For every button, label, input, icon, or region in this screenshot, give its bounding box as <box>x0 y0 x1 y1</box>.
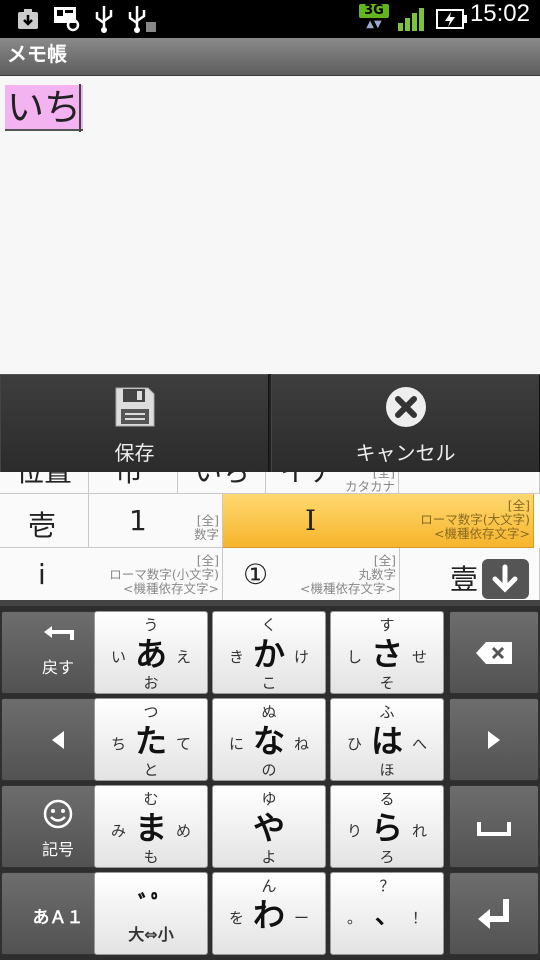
key-flick-char: う <box>143 616 159 634</box>
arrow-down-icon <box>492 564 518 593</box>
clock: 15:02 <box>469 0 530 27</box>
cursor-right-key[interactable] <box>449 698 539 781</box>
kana-key[interactable]: すしせそさ <box>330 611 444 694</box>
space-key[interactable] <box>449 785 539 868</box>
expand-candidates-button[interactable] <box>482 559 529 599</box>
key-flick-char: む <box>143 790 159 808</box>
kana-key[interactable]: るりれろら <box>330 785 444 868</box>
key-flick-char: お <box>143 674 159 692</box>
candidate-item-selected[interactable]: I [全] ローマ数字(大文字) <機種依存文字> <box>223 494 534 548</box>
candidate-item[interactable]: イチ [全] カタカナ <box>266 472 399 494</box>
key-main-char: ら <box>370 809 403 847</box>
key-main-char: や <box>252 809 285 847</box>
kana-key[interactable]: むみめもま <box>94 785 208 868</box>
download-icon <box>14 4 42 34</box>
action-bar: 保存 キャンセル <box>0 374 540 472</box>
key-flick-char: と <box>143 761 159 779</box>
key-flick-char: こ <box>261 674 277 692</box>
candidate-list: 位置 市 いち イチ [全] カタカナ 壱 1 [全] 数字 I [全] ローマ… <box>0 472 540 600</box>
key-flick-char: つ <box>143 703 159 721</box>
app-title: メモ帳 <box>7 42 67 66</box>
space-icon <box>477 820 511 840</box>
key-main-char: さ <box>370 635 403 673</box>
key-main-char: な <box>252 722 285 760</box>
key-flick-char: も <box>143 848 159 866</box>
key-flick-char: の <box>261 761 277 779</box>
screen: 3G ▲▼ 15:02 メモ帳 いち 保存 キャンセル [全] カタカナ 壱 1… <box>0 0 540 960</box>
kana-key[interactable]: ゆよや <box>212 785 326 868</box>
data-activity-icon: ▲▼ <box>366 19 382 30</box>
composing-text: いち <box>5 85 83 131</box>
backspace-icon <box>474 640 514 670</box>
key-flick-char: ほ <box>379 761 395 779</box>
kana-key[interactable]: ういえおあ <box>94 611 208 694</box>
save-label: 保存 <box>114 441 155 465</box>
key-main-char: あ <box>134 635 167 673</box>
candidate-item[interactable] <box>399 472 540 494</box>
candidate-item[interactable]: いち <box>178 472 266 494</box>
save-button[interactable]: 保存 <box>0 374 269 472</box>
network-type-badge: 3G ▲▼ <box>359 4 389 34</box>
signal-icon <box>396 4 428 34</box>
smiley-icon <box>42 798 74 834</box>
key-main-char: ま <box>134 809 167 847</box>
kana-key[interactable]: ぬにねのな <box>212 698 326 781</box>
key-flick-char: ん <box>261 877 277 895</box>
punctuation-key[interactable]: ？。！、 <box>330 872 444 955</box>
key-main-char: 、 <box>375 901 399 929</box>
key-main-char: ﾞﾟ <box>137 892 164 922</box>
kana-key[interactable]: くきけこか <box>212 611 326 694</box>
enter-icon <box>476 897 512 935</box>
candidate-item[interactable]: 1 [全] 数字 <box>89 494 223 548</box>
backspace-key[interactable] <box>449 611 539 694</box>
undo-arrow-icon <box>40 624 76 650</box>
cancel-icon <box>384 385 428 429</box>
media-icon <box>52 4 82 34</box>
enter-key[interactable] <box>449 872 539 955</box>
usb-icon <box>92 4 116 34</box>
key-flick-char: ゆ <box>261 790 277 808</box>
text-cursor <box>79 84 81 132</box>
triangle-right-icon <box>484 729 504 755</box>
candidate-item[interactable]: 位置 <box>0 472 89 494</box>
key-flick-char: す <box>379 616 395 634</box>
candidate-item[interactable]: i [全] ローマ数字(小文字) <機種依存文字> <box>0 548 223 600</box>
cancel-button[interactable]: キャンセル <box>271 374 540 472</box>
key-flick-char: よ <box>261 848 277 866</box>
key-flick-char: そ <box>379 674 395 692</box>
save-icon <box>113 385 157 429</box>
key-flick-char: ？ <box>379 877 395 895</box>
flick-keyboard: 戻す 記号 あＡ１ う い え お あ く き け こ か す し せ そ さ … <box>0 600 540 960</box>
cancel-label: キャンセル <box>355 441 456 465</box>
key-main-char: わ <box>252 896 285 934</box>
triangle-left-icon <box>48 729 68 755</box>
candidate-item[interactable]: ① [全] 丸数字 <機種依存文字> <box>223 548 400 600</box>
candidate-item[interactable]: 市 <box>89 472 178 494</box>
key-flick-char: る <box>379 790 395 808</box>
kana-key[interactable]: つちてとた <box>94 698 208 781</box>
battery-charging-icon <box>436 4 468 34</box>
key-flick-char: ぬ <box>261 703 277 721</box>
key-main-char: た <box>134 722 167 760</box>
usb-debug-icon <box>126 4 158 34</box>
kana-key[interactable]: んをーわ <box>212 872 326 955</box>
key-main-char: は <box>370 722 403 760</box>
key-main-char: か <box>252 635 285 673</box>
candidate-item[interactable]: 壱 <box>0 494 89 548</box>
status-bar: 3G ▲▼ 15:02 <box>0 0 540 38</box>
key-flick-char: ろ <box>379 848 395 866</box>
memo-text-area[interactable]: いち <box>0 76 540 374</box>
kana-key[interactable]: ふひへほは <box>330 698 444 781</box>
dakuten-toggle-key[interactable]: 大⇔小 ﾞﾟ <box>94 872 208 955</box>
app-title-bar: メモ帳 <box>0 38 540 76</box>
key-flick-char: く <box>261 616 277 634</box>
key-flick-char: ふ <box>379 703 395 721</box>
